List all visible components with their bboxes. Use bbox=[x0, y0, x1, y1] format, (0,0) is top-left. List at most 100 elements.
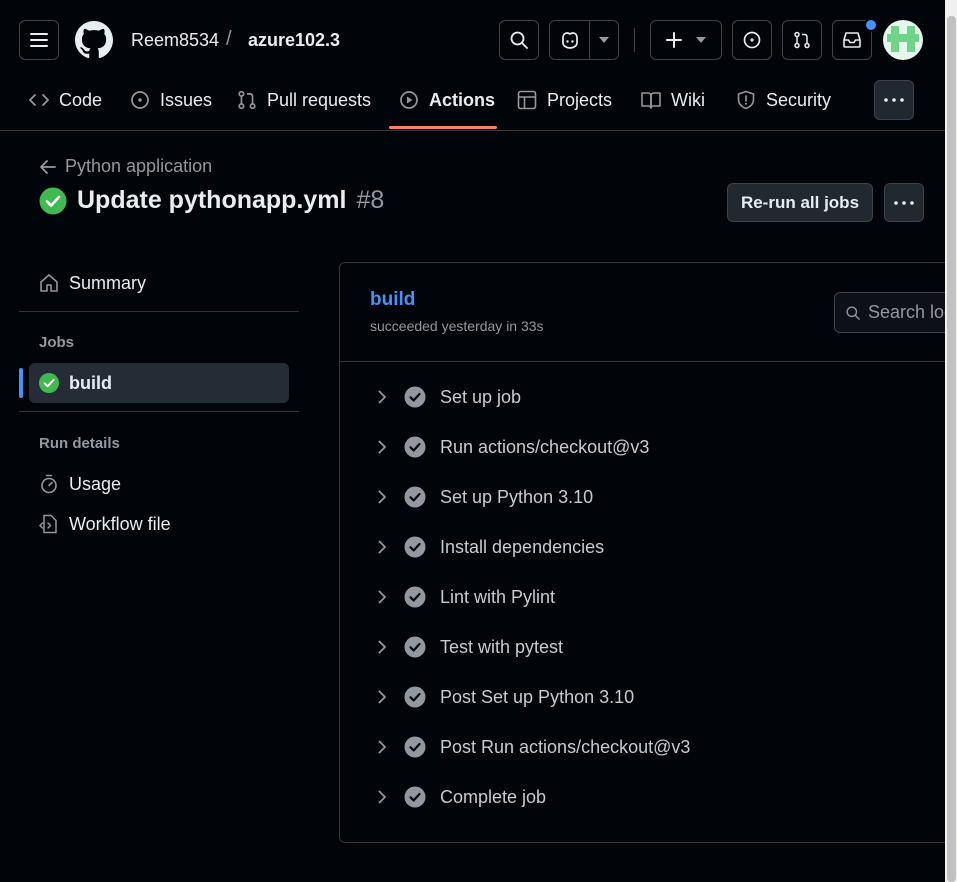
inbox-icon bbox=[843, 32, 861, 48]
step-label: Test with pytest bbox=[440, 636, 564, 657]
check-circle-icon bbox=[404, 636, 426, 658]
tab-projects-label: Projects bbox=[547, 89, 613, 110]
check-circle-fill-icon bbox=[39, 187, 67, 214]
search-icon bbox=[846, 305, 860, 320]
sidebar-item-label: Summary bbox=[69, 272, 147, 293]
check-circle-icon bbox=[404, 686, 426, 708]
chevron-right-icon[interactable] bbox=[370, 740, 394, 754]
check-circle-icon bbox=[404, 736, 426, 758]
step-row[interactable]: Post Set up Python 3.10 bbox=[370, 677, 930, 717]
github-logo-icon[interactable] bbox=[75, 21, 113, 59]
step-row[interactable]: Set up Python 3.10 bbox=[370, 477, 930, 517]
selected-indicator bbox=[19, 368, 23, 398]
stopwatch-icon bbox=[41, 474, 57, 494]
step-label: Run actions/checkout@v3 bbox=[440, 436, 650, 457]
home-icon bbox=[40, 274, 58, 292]
sidebar-item-usage[interactable]: Usage bbox=[29, 464, 289, 504]
book-icon bbox=[641, 92, 661, 109]
step-row[interactable]: Run actions/checkout@v3 bbox=[370, 427, 930, 467]
check-circle-icon bbox=[404, 436, 426, 458]
step-row[interactable]: Lint with Pylint bbox=[370, 577, 930, 617]
play-icon bbox=[400, 91, 418, 109]
chevron-right-icon[interactable] bbox=[370, 690, 394, 704]
tab-actions[interactable]: Actions bbox=[399, 80, 495, 120]
step-row[interactable]: Set up job bbox=[370, 377, 930, 417]
jobs-heading: Jobs bbox=[39, 334, 75, 351]
step-label: Set up Python 3.10 bbox=[440, 486, 594, 507]
search-logs-input[interactable]: Search logs bbox=[834, 292, 957, 333]
tab-wiki[interactable]: Wiki bbox=[641, 80, 705, 120]
back-link-label: Python application bbox=[65, 156, 213, 176]
pull-requests-button[interactable] bbox=[782, 20, 822, 60]
tab-code[interactable]: Code bbox=[29, 80, 102, 120]
sidebar-item-workflow-file[interactable]: Workflow file bbox=[29, 504, 289, 544]
table-icon bbox=[517, 90, 537, 110]
search-button[interactable] bbox=[499, 20, 539, 60]
chevron-right-icon[interactable] bbox=[370, 640, 394, 654]
step-label: Complete job bbox=[440, 786, 547, 807]
scrollbar-thumb[interactable] bbox=[947, 16, 956, 882]
run-options-button[interactable] bbox=[884, 183, 924, 222]
step-row[interactable]: Post Run actions/checkout@v3 bbox=[370, 727, 930, 767]
sidebar-item-label: Usage bbox=[69, 473, 122, 494]
git-pull-request-icon bbox=[794, 31, 810, 49]
step-row[interactable]: Test with pytest bbox=[370, 627, 930, 667]
repo-name-link[interactable]: azure102.3 bbox=[248, 30, 340, 51]
tab-pull-requests[interactable]: Pull requests bbox=[237, 80, 371, 120]
avatar[interactable] bbox=[883, 20, 923, 60]
repo-owner-link[interactable]: Reem8534 bbox=[131, 30, 219, 51]
check-circle-icon bbox=[404, 586, 426, 608]
chevron-right-icon[interactable] bbox=[370, 440, 394, 454]
chevron-right-icon[interactable] bbox=[370, 390, 394, 404]
chevron-right-icon[interactable] bbox=[370, 490, 394, 504]
tab-security[interactable]: Security bbox=[736, 80, 831, 120]
create-new-button[interactable] bbox=[650, 20, 722, 60]
chevron-right-icon[interactable] bbox=[370, 540, 394, 554]
tab-issues-label: Issues bbox=[160, 89, 213, 110]
tab-issues[interactable]: Issues bbox=[130, 80, 212, 120]
step-label: Lint with Pylint bbox=[440, 586, 556, 607]
search-icon bbox=[510, 31, 528, 49]
run-details-heading: Run details bbox=[39, 435, 120, 452]
check-circle-icon bbox=[404, 536, 426, 558]
sidebar-item-label: build bbox=[69, 372, 112, 393]
check-circle-icon bbox=[404, 486, 426, 508]
issues-button[interactable] bbox=[732, 20, 772, 60]
sidebar-item-label: Workflow file bbox=[69, 513, 171, 534]
hamburger-icon bbox=[30, 33, 48, 47]
menu-button[interactable] bbox=[19, 20, 59, 60]
tab-code-label: Code bbox=[59, 89, 103, 110]
issue-opened-icon bbox=[131, 91, 149, 109]
step-label: Post Run actions/checkout@v3 bbox=[440, 736, 691, 757]
chevron-right-icon[interactable] bbox=[370, 790, 394, 804]
search-placeholder: Search logs bbox=[867, 302, 957, 322]
tab-wiki-label: Wiki bbox=[671, 89, 705, 110]
job-status: succeeded yesterday in 33s bbox=[370, 318, 544, 334]
step-row[interactable]: Install dependencies bbox=[370, 527, 930, 567]
identicon-icon bbox=[887, 26, 919, 52]
step-label: Install dependencies bbox=[440, 536, 605, 557]
code-icon bbox=[29, 94, 49, 106]
sidebar-item-build[interactable]: build bbox=[29, 363, 289, 403]
tab-projects[interactable]: Projects bbox=[517, 80, 612, 120]
check-circle-icon bbox=[404, 786, 426, 808]
job-title[interactable]: build bbox=[370, 289, 415, 311]
chevron-right-icon[interactable] bbox=[370, 590, 394, 604]
triangle-down-icon bbox=[696, 37, 706, 43]
git-pull-request-icon bbox=[238, 90, 256, 110]
file-code-icon bbox=[39, 514, 57, 534]
rerun-all-jobs-button[interactable]: Re-run all jobs bbox=[727, 183, 873, 222]
check-circle-icon bbox=[404, 386, 426, 408]
shield-icon bbox=[737, 90, 755, 110]
copilot-button[interactable] bbox=[549, 20, 619, 60]
sidebar-item-summary[interactable]: Summary bbox=[29, 263, 289, 303]
breadcrumb-separator: / bbox=[226, 28, 232, 50]
tab-security-label: Security bbox=[766, 89, 832, 110]
arrow-left-icon bbox=[40, 159, 56, 174]
step-row[interactable]: Complete job bbox=[370, 777, 930, 817]
copilot-icon bbox=[561, 32, 578, 49]
step-label: Post Set up Python 3.10 bbox=[440, 686, 635, 707]
back-to-workflow-link[interactable]: Python application bbox=[40, 156, 212, 177]
more-tabs-button[interactable] bbox=[874, 80, 914, 120]
kebab-horizontal-icon bbox=[894, 200, 914, 205]
